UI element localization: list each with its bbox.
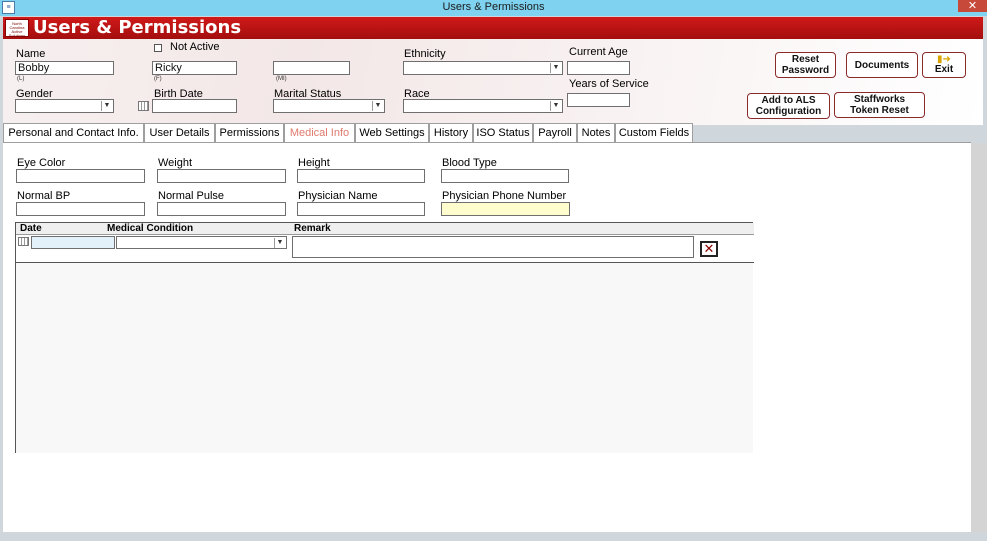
column-header-remark: Remark	[294, 223, 331, 234]
gender-select[interactable]: ▼	[15, 99, 114, 113]
row-medical-condition-select[interactable]: ▼	[116, 236, 287, 249]
last-name-input[interactable]: Bobby	[15, 61, 114, 75]
chevron-down-icon: ▼	[550, 63, 561, 73]
current-age-field[interactable]	[567, 61, 630, 75]
company-logo: North Carolina Active Solutions	[5, 19, 29, 38]
normal-pulse-label: Normal Pulse	[158, 190, 225, 202]
blood-type-input[interactable]	[441, 169, 569, 183]
tab-user-details[interactable]: User Details	[144, 123, 215, 142]
documents-button[interactable]: Documents	[846, 52, 918, 78]
add-to-als-button[interactable]: Add to ALS Configuration	[747, 93, 830, 119]
tab-permissions[interactable]: Permissions	[215, 123, 284, 142]
height-label: Height	[298, 157, 330, 169]
column-header-medical-condition: Medical Condition	[107, 223, 194, 234]
years-of-service-field[interactable]	[567, 93, 630, 107]
calendar-icon[interactable]	[18, 237, 29, 246]
weight-label: Weight	[158, 157, 193, 169]
tab-custom-fields[interactable]: Custom Fields	[615, 123, 693, 142]
panel-right-margin	[971, 143, 987, 532]
birth-date-input[interactable]	[152, 99, 237, 113]
eye-color-input[interactable]	[16, 169, 145, 183]
not-active-checkbox[interactable]	[154, 44, 162, 52]
exit-button-label: Exit	[934, 64, 954, 75]
window-title: Users & Permissions	[442, 1, 545, 13]
eye-color-label: Eye Color	[17, 157, 66, 169]
row-remark-input[interactable]	[292, 236, 694, 258]
chevron-down-icon: ▼	[274, 238, 285, 248]
physician-name-label: Physician Name	[298, 190, 378, 202]
chevron-down-icon: ▼	[101, 101, 112, 111]
medical-conditions-grid: Date Medical Condition Remark ▼ ✕	[15, 222, 754, 453]
tab-iso-status[interactable]: ISO Status	[473, 123, 533, 142]
chevron-down-icon: ▼	[550, 101, 561, 111]
ethnicity-label: Ethnicity	[404, 48, 446, 60]
current-age-label: Current Age	[569, 46, 628, 58]
table-row: ▼ ✕	[16, 235, 754, 263]
tab-personal-contact[interactable]: Personal and Contact Info.	[3, 123, 144, 142]
first-name-sublabel: (F)	[154, 76, 162, 82]
grid-header: Date Medical Condition Remark	[16, 223, 754, 235]
physician-phone-label: Physician Phone Number	[442, 190, 567, 202]
tab-payroll[interactable]: Payroll	[533, 123, 577, 142]
race-select[interactable]: ▼	[403, 99, 563, 113]
name-label: Name	[16, 48, 46, 60]
not-active-label: Not Active	[170, 41, 220, 53]
delete-row-button[interactable]: ✕	[700, 241, 718, 257]
normal-bp-input[interactable]	[16, 202, 145, 216]
app-header: North Carolina Active Solutions Users & …	[3, 17, 983, 39]
first-name-input[interactable]: Ricky	[152, 61, 237, 75]
window-bottom-bar	[0, 532, 987, 541]
middle-initial-input[interactable]	[273, 61, 350, 75]
exit-button[interactable]: ▮➜ Exit	[922, 52, 966, 78]
blood-type-label: Blood Type	[442, 157, 497, 169]
calendar-icon[interactable]	[138, 101, 149, 111]
tab-notes[interactable]: Notes	[577, 123, 615, 142]
height-input[interactable]	[297, 169, 425, 183]
close-window-button[interactable]: ✕	[958, 0, 987, 12]
normal-pulse-input[interactable]	[157, 202, 286, 216]
tab-medical-info[interactable]: Medical Info	[284, 123, 355, 143]
marital-status-select[interactable]: ▼	[273, 99, 385, 113]
physician-phone-input[interactable]	[441, 202, 570, 216]
years-of-service-label: Years of Service	[569, 78, 649, 90]
chevron-down-icon: ▼	[372, 101, 383, 111]
tab-history[interactable]: History	[429, 123, 473, 142]
tab-web-settings[interactable]: Web Settings	[355, 123, 429, 142]
staffworks-token-reset-button[interactable]: Staffworks Token Reset	[834, 92, 925, 118]
page-title: Users & Permissions	[33, 17, 242, 38]
weight-input[interactable]	[157, 169, 286, 183]
last-name-sublabel: (L)	[17, 76, 25, 82]
middle-initial-sublabel: (MI)	[276, 76, 287, 82]
column-header-date: Date	[20, 223, 42, 234]
reset-password-button[interactable]: Reset Password	[775, 52, 836, 78]
row-date-input[interactable]	[31, 236, 115, 249]
window-title-bar: ≡ Users & Permissions ✕	[0, 0, 987, 16]
physician-name-input[interactable]	[297, 202, 425, 216]
ethnicity-select[interactable]: ▼	[403, 61, 563, 75]
normal-bp-label: Normal BP	[17, 190, 71, 202]
